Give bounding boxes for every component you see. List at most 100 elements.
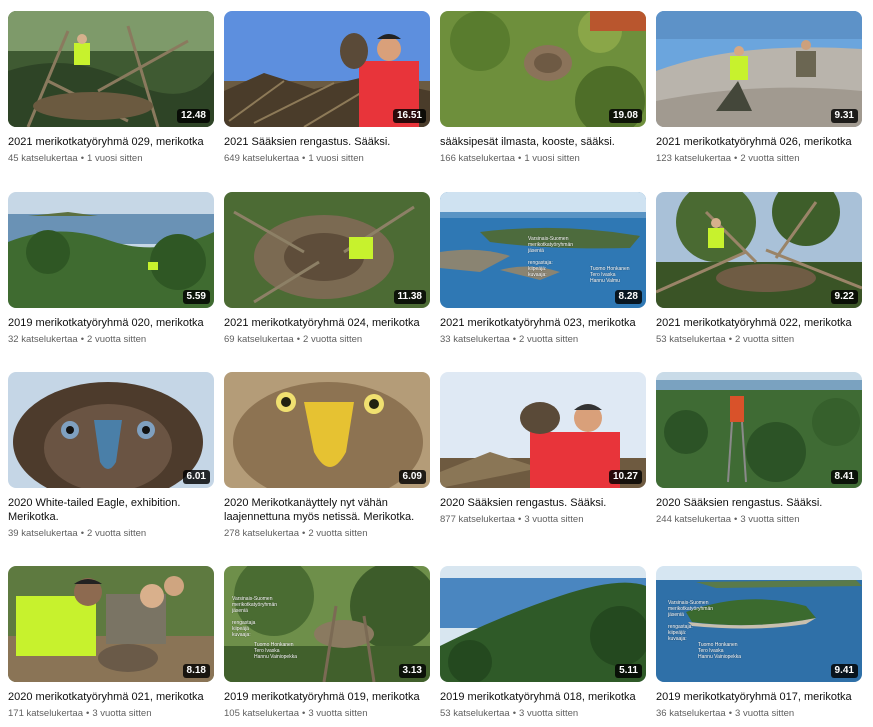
video-thumbnail[interactable]: 12.48 bbox=[8, 11, 214, 127]
duration-badge: 10.27 bbox=[608, 470, 642, 484]
video-title[interactable]: 2021 merikotkatyöryhmä 022, merikotka bbox=[656, 316, 862, 330]
video-card[interactable]: 11.38 2021 merikotkatyöryhmä 024, merikot… bbox=[224, 192, 430, 346]
view-count: 278 katselukertaa bbox=[224, 528, 299, 539]
video-metadata: 278 katselukertaa • 2 vuotta sitten bbox=[224, 528, 430, 540]
video-metadata: 53 katselukertaa • 2 vuotta sitten bbox=[656, 334, 862, 346]
video-title[interactable]: 2019 merikotkatyöryhmä 017, merikotka bbox=[656, 690, 862, 704]
duration-badge: 19.08 bbox=[608, 109, 642, 123]
meta-separator: • bbox=[302, 708, 306, 719]
video-title[interactable]: 2021 merikotkatyöryhmä 029, merikotka bbox=[8, 135, 214, 149]
video-metadata: 123 katselukertaa • 2 vuotta sitten bbox=[656, 153, 862, 165]
duration-badge: 16.51 bbox=[392, 109, 426, 123]
video-thumbnail[interactable]: Varsinais-Suomen merikotkatyöryhmän jäse… bbox=[224, 566, 430, 682]
view-count: 33 katselukertaa bbox=[440, 334, 510, 345]
video-thumbnail[interactable]: 6.01 bbox=[8, 372, 214, 488]
duration-badge: 6.01 bbox=[182, 470, 210, 484]
video-thumbnail[interactable]: 5.11 bbox=[440, 566, 646, 682]
duration-badge: 9.41 bbox=[830, 664, 858, 678]
video-title[interactable]: 2019 merikotkatyöryhmä 019, merikotka bbox=[224, 690, 430, 704]
video-thumbnail[interactable]: 16.51 bbox=[224, 11, 430, 127]
video-card[interactable]: Varsinais-Suomen merikotkatyöryhmän jäse… bbox=[440, 192, 646, 346]
upload-age: 2 vuotta sitten bbox=[303, 334, 363, 345]
video-thumbnail[interactable]: 19.08 bbox=[440, 11, 646, 127]
meta-separator: • bbox=[86, 708, 90, 719]
duration-badge: 6.09 bbox=[398, 470, 426, 484]
meta-separator: • bbox=[734, 514, 738, 525]
view-count: 649 katselukertaa bbox=[224, 153, 299, 164]
video-card[interactable]: 5.59 2019 merikotkatyöryhmä 020, merikotk… bbox=[8, 192, 214, 346]
video-card[interactable]: 9.22 2021 merikotkatyöryhmä 022, merikotk… bbox=[656, 192, 862, 346]
duration-badge: 9.22 bbox=[830, 290, 858, 304]
video-title[interactable]: 2019 merikotkatyöryhmä 020, merikotka bbox=[8, 316, 214, 330]
meta-separator: • bbox=[728, 708, 733, 719]
video-title[interactable]: 2021 merikotkatyöryhmä 024, merikotka bbox=[224, 316, 430, 330]
video-card[interactable]: 6.09 2020 Merikotkanäyttely nyt vähän laa… bbox=[224, 372, 430, 540]
view-count: 877 katselukertaa bbox=[440, 514, 515, 525]
video-thumbnail[interactable]: Varsinais-Suomen merikotkatyöryhmän jäse… bbox=[656, 566, 862, 682]
video-thumbnail[interactable]: 9.22 bbox=[656, 192, 862, 308]
upload-age: 1 vuosi sitten bbox=[308, 153, 364, 164]
view-count: 123 katselukertaa bbox=[656, 153, 731, 164]
video-card[interactable]: Varsinais-Suomen merikotkatyöryhmän jäse… bbox=[224, 566, 430, 720]
video-title[interactable]: 2020 merikotkatyöryhmä 021, merikotka bbox=[8, 690, 214, 704]
duration-badge: 8.41 bbox=[830, 470, 858, 484]
upload-age: 1 vuosi sitten bbox=[524, 153, 580, 164]
video-card[interactable]: 16.51 2021 Sääksien rengastus. Sääksi. 649… bbox=[224, 11, 430, 165]
video-card[interactable]: 10.27 2020 Sääksien rengastus. Sääksi. 877… bbox=[440, 372, 646, 526]
video-metadata: 39 katselukertaa • 2 vuotta sitten bbox=[8, 528, 214, 540]
duration-badge: 5.11 bbox=[615, 664, 642, 678]
meta-separator: • bbox=[296, 334, 301, 345]
video-thumbnail[interactable]: 5.59 bbox=[8, 192, 214, 308]
video-title[interactable]: 2021 Sääksien rengastus. Sääksi. bbox=[224, 135, 430, 149]
video-metadata: 33 katselukertaa • 2 vuotta sitten bbox=[440, 334, 646, 346]
video-metadata: 105 katselukertaa • 3 vuotta sitten bbox=[224, 708, 430, 720]
upload-age: 2 vuotta sitten bbox=[87, 528, 147, 539]
meta-separator: • bbox=[512, 334, 517, 345]
video-thumbnail[interactable]: 11.38 bbox=[224, 192, 430, 308]
duration-badge: 5.59 bbox=[182, 290, 210, 304]
video-metadata: 36 katselukertaa • 3 vuotta sitten bbox=[656, 708, 862, 720]
view-count: 45 katselukertaa bbox=[8, 153, 78, 164]
video-title[interactable]: 2021 merikotkatyöryhmä 023, merikotka bbox=[440, 316, 646, 330]
thumbnail-overlay-names: Tuomo Honkanen Tero Ivaska Hannu Valmu bbox=[590, 266, 630, 284]
video-title[interactable]: 2021 merikotkatyöryhmä 026, merikotka bbox=[656, 135, 862, 149]
video-title[interactable]: 2019 merikotkatyöryhmä 018, merikotka bbox=[440, 690, 646, 704]
video-card[interactable]: 5.11 2019 merikotkatyöryhmä 018, merikotk… bbox=[440, 566, 646, 720]
video-thumbnail[interactable]: 9.31 bbox=[656, 11, 862, 127]
duration-badge: 12.48 bbox=[176, 109, 210, 123]
video-title[interactable]: 2020 Merikotkanäyttely nyt vähän laajenn… bbox=[224, 496, 430, 524]
video-title[interactable]: 2020 Sääksien rengastus. Sääksi. bbox=[440, 496, 646, 510]
upload-age: 2 vuotta sitten bbox=[519, 334, 579, 345]
meta-separator: • bbox=[302, 153, 306, 164]
duration-badge: 3.13 bbox=[398, 664, 426, 678]
view-count: 53 katselukertaa bbox=[656, 334, 726, 345]
video-card[interactable]: 8.41 2020 Sääksien rengastus. Sääksi. 244 … bbox=[656, 372, 862, 526]
view-count: 36 katselukertaa bbox=[656, 708, 726, 719]
duration-badge: 9.31 bbox=[830, 109, 858, 123]
upload-age: 1 vuosi sitten bbox=[87, 153, 143, 164]
duration-badge: 11.38 bbox=[393, 290, 426, 304]
video-card[interactable]: 8.18 2020 merikotkatyöryhmä 021, merikotk… bbox=[8, 566, 214, 720]
video-card[interactable]: 9.31 2021 merikotkatyöryhmä 026, merikotk… bbox=[656, 11, 862, 165]
video-card[interactable]: 6.01 2020 White-tailed Eagle, exhibition.… bbox=[8, 372, 214, 540]
video-thumbnail[interactable]: 8.41 bbox=[656, 372, 862, 488]
upload-age: 3 vuotta sitten bbox=[308, 708, 368, 719]
meta-separator: • bbox=[80, 334, 85, 345]
video-thumbnail[interactable]: 6.09 bbox=[224, 372, 430, 488]
video-thumbnail[interactable]: 10.27 bbox=[440, 372, 646, 488]
video-thumbnail[interactable]: 8.18 bbox=[8, 566, 214, 682]
view-count: 53 katselukertaa bbox=[440, 708, 510, 719]
video-card[interactable]: 12.48 2021 merikotkatyöryhmä 029, merikot… bbox=[8, 11, 214, 165]
video-card[interactable]: Varsinais-Suomen merikotkatyöryhmän jäse… bbox=[656, 566, 862, 720]
upload-age: 2 vuotta sitten bbox=[87, 334, 147, 345]
upload-age: 2 vuotta sitten bbox=[308, 528, 368, 539]
video-title[interactable]: 2020 Sääksien rengastus. Sääksi. bbox=[656, 496, 862, 510]
video-title[interactable]: sääksipesät ilmasta, kooste, sääksi. bbox=[440, 135, 646, 149]
meta-separator: • bbox=[302, 528, 306, 539]
video-thumbnail[interactable]: Varsinais-Suomen merikotkatyöryhmän jäse… bbox=[440, 192, 646, 308]
thumbnail-overlay-text: Varsinais-Suomen merikotkatyöryhmän jäse… bbox=[668, 600, 714, 642]
video-title[interactable]: 2020 White-tailed Eagle, exhibition. Mer… bbox=[8, 496, 214, 524]
upload-age: 3 vuotta sitten bbox=[519, 708, 579, 719]
video-card[interactable]: 19.08 sääksipesät ilmasta, kooste, sääksi… bbox=[440, 11, 646, 165]
video-metadata: 649 katselukertaa • 1 vuosi sitten bbox=[224, 153, 430, 165]
